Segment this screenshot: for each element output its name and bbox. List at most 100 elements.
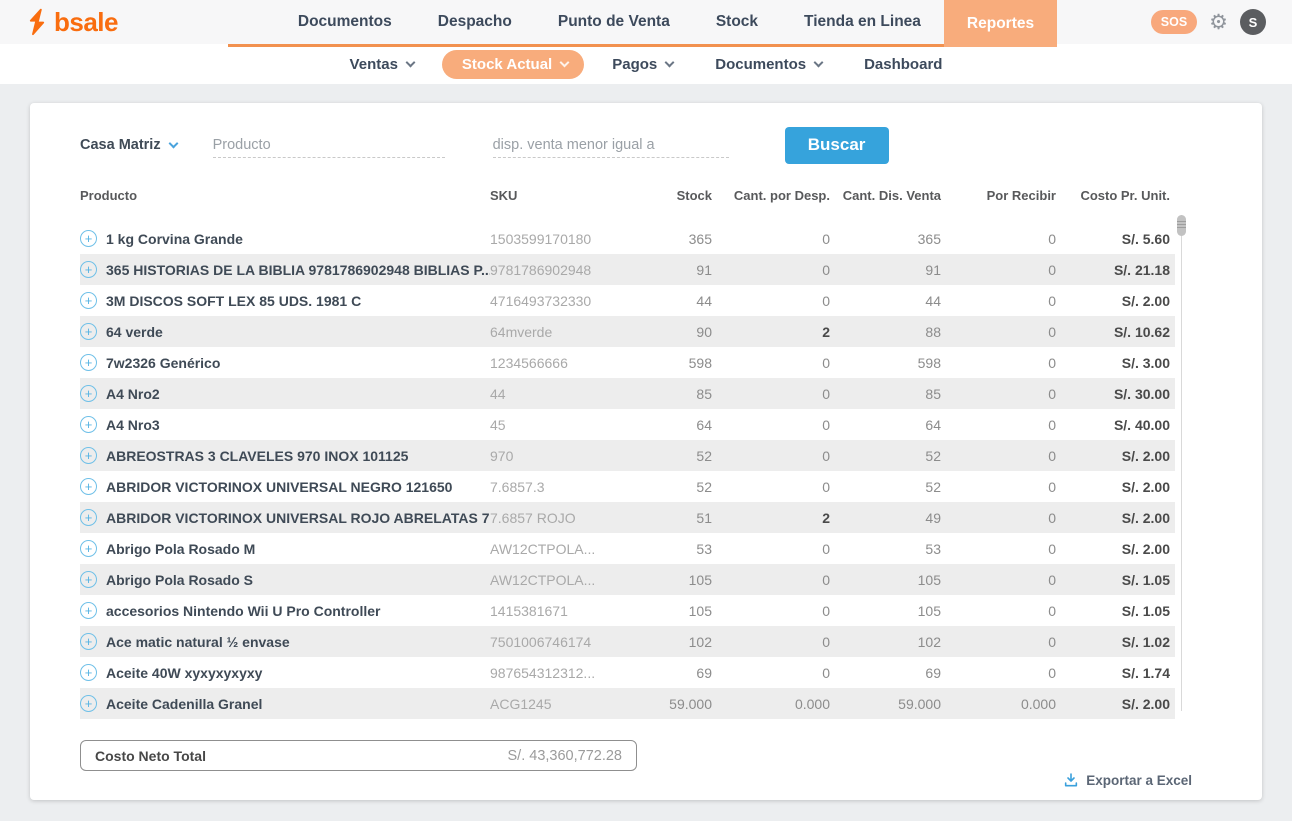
nav-item-stock[interactable]: Stock xyxy=(693,0,781,44)
subnav-item-documentos[interactable]: Documentos xyxy=(701,50,836,79)
expand-plus-icon[interactable]: + xyxy=(80,571,97,588)
expand-plus-icon[interactable]: + xyxy=(80,385,97,402)
expand-plus-icon[interactable]: + xyxy=(80,540,97,557)
expand-plus-icon[interactable]: + xyxy=(80,261,97,278)
subnav-item-ventas[interactable]: Ventas xyxy=(336,50,428,79)
table-row[interactable]: + Abrigo Pola Rosado M AW12CTPOLA... 53 … xyxy=(80,533,1175,564)
costo-cell: S/. 21.18 xyxy=(1056,262,1170,278)
por-recibir-cell: 0 xyxy=(941,510,1056,526)
product-name: A4 Nro3 xyxy=(105,417,490,433)
branch-selector[interactable]: Casa Matriz xyxy=(80,137,177,153)
subnav-item-stock-actual[interactable]: Stock Actual xyxy=(442,50,584,79)
table-row[interactable]: + A4 Nro3 45 64 0 64 0 S/. 40.00 xyxy=(80,409,1175,440)
expand-plus-icon[interactable]: + xyxy=(80,323,97,340)
nav-item-reportes[interactable]: Reportes xyxy=(944,0,1057,47)
stock-cell: 69 xyxy=(660,665,712,681)
search-button[interactable]: Buscar xyxy=(785,127,889,164)
brand-logo[interactable]: bsale xyxy=(26,8,196,36)
table-row[interactable]: + 64 verde 64mverde 90 2 88 0 S/. 10.62 xyxy=(80,316,1175,347)
por-recibir-cell: 0 xyxy=(941,603,1056,619)
nav-item-despacho[interactable]: Despacho xyxy=(415,0,535,44)
expand-plus-icon[interactable]: + xyxy=(80,478,97,495)
table-row[interactable]: + ABRIDOR VICTORINOX UNIVERSAL NEGRO 121… xyxy=(80,471,1175,502)
sku-cell: 987654312312... xyxy=(490,665,660,681)
table-row[interactable]: + 7w2326 Genérico 1234566666 598 0 598 0… xyxy=(80,347,1175,378)
cant-dis-venta-cell: 53 xyxy=(830,541,941,557)
cant-por-desp-cell: 2 xyxy=(712,324,830,340)
table-header-row: Producto SKU Stock Cant. por Desp. Cant.… xyxy=(80,181,1175,209)
table-row[interactable]: + Aceite 40W xyxyxyxyxy 987654312312... … xyxy=(80,657,1175,688)
scrollbar-track xyxy=(1181,215,1182,711)
costo-cell: S/. 1.05 xyxy=(1056,572,1170,588)
top-header: bsale Documentos Despacho Punto de Venta… xyxy=(0,0,1292,44)
expand-plus-icon[interactable]: + xyxy=(80,602,97,619)
total-cost-label: Costo Neto Total xyxy=(95,748,206,764)
product-filter-input[interactable] xyxy=(213,132,445,158)
table-row[interactable]: + ABRIDOR VICTORINOX UNIVERSAL ROJO ABRE… xyxy=(80,502,1175,533)
cant-dis-venta-cell: 102 xyxy=(830,634,941,650)
stock-cell: 102 xyxy=(660,634,712,650)
expand-plus-icon[interactable]: + xyxy=(80,447,97,464)
cant-por-desp-cell: 0 xyxy=(712,603,830,619)
costo-cell: S/. 2.00 xyxy=(1056,448,1170,464)
nav-item-tienda-en-linea[interactable]: Tienda en Linea xyxy=(781,0,944,44)
table-row[interactable]: + Ace matic natural ½ envase 75010067461… xyxy=(80,626,1175,657)
available-qty-filter-input[interactable] xyxy=(493,132,729,158)
cant-dis-venta-cell: 598 xyxy=(830,355,941,371)
product-name: 365 HISTORIAS DE LA BIBLIA 9781786902948… xyxy=(105,262,490,278)
por-recibir-cell: 0 xyxy=(941,572,1056,588)
expand-plus-icon[interactable]: + xyxy=(80,416,97,433)
costo-cell: S/. 1.02 xyxy=(1056,634,1170,650)
avatar[interactable]: S xyxy=(1240,9,1266,35)
stock-cell: 52 xyxy=(660,479,712,495)
nav-item-punto-de-venta[interactable]: Punto de Venta xyxy=(535,0,693,44)
por-recibir-cell: 0 xyxy=(941,293,1056,309)
table-row[interactable]: + 365 HISTORIAS DE LA BIBLIA 97817869029… xyxy=(80,254,1175,285)
product-name: Abrigo Pola Rosado M xyxy=(105,541,490,557)
table-row[interactable]: + 1 kg Corvina Grande 1503599170180 365 … xyxy=(80,223,1175,254)
sos-button[interactable]: SOS xyxy=(1151,10,1197,35)
cant-por-desp-cell: 0 xyxy=(712,572,830,588)
stock-table-body: + 1 kg Corvina Grande 1503599170180 365 … xyxy=(80,223,1175,719)
subnav-label: Pagos xyxy=(612,56,657,73)
export-to-excel-button[interactable]: Exportar a Excel xyxy=(1063,772,1192,788)
stock-cell: 365 xyxy=(660,231,712,247)
expand-plus-icon[interactable]: + xyxy=(80,509,97,526)
sku-cell: 44 xyxy=(490,386,660,402)
table-scrollbar[interactable] xyxy=(1177,215,1186,711)
cant-por-desp-cell: 2 xyxy=(712,510,830,526)
expand-plus-icon[interactable]: + xyxy=(80,664,97,681)
expand-plus-icon[interactable]: + xyxy=(80,230,97,247)
nav-item-documentos[interactable]: Documentos xyxy=(275,0,415,44)
gear-icon[interactable]: ⚙ xyxy=(1209,12,1228,33)
table-row[interactable]: + Abrigo Pola Rosado S AW12CTPOLA... 105… xyxy=(80,564,1175,595)
sku-cell: 45 xyxy=(490,417,660,433)
table-row[interactable]: + accesorios Nintendo Wii U Pro Controll… xyxy=(80,595,1175,626)
main-nav: Documentos Despacho Punto de Venta Stock… xyxy=(196,0,1136,44)
costo-cell: S/. 2.00 xyxy=(1056,479,1170,495)
product-name: Abrigo Pola Rosado S xyxy=(105,572,490,588)
scrollbar-thumb[interactable] xyxy=(1177,215,1186,236)
table-row[interactable]: + ABREOSTRAS 3 CLAVELES 970 INOX 101125 … xyxy=(80,440,1175,471)
por-recibir-cell: 0 xyxy=(941,324,1056,340)
sku-cell: 7501006746174 xyxy=(490,634,660,650)
subnav-item-dashboard[interactable]: Dashboard xyxy=(850,50,956,79)
table-row[interactable]: + 3M DISCOS SOFT LEX 85 UDS. 1981 C 4716… xyxy=(80,285,1175,316)
total-cost-value: S/. 43,360,772.28 xyxy=(508,748,623,764)
product-name: accesorios Nintendo Wii U Pro Controller xyxy=(105,603,490,619)
expand-plus-icon[interactable]: + xyxy=(80,695,97,712)
cant-dis-venta-cell: 59.000 xyxy=(830,696,941,712)
sku-cell: AW12CTPOLA... xyxy=(490,541,660,557)
table-row[interactable]: + Aceite Cadenilla Granel ACG1245 59.000… xyxy=(80,688,1175,719)
cant-por-desp-cell: 0 xyxy=(712,231,830,247)
stock-report-card: Casa Matriz Buscar Producto SKU Stock Ca… xyxy=(30,103,1262,800)
expand-plus-icon[interactable]: + xyxy=(80,292,97,309)
costo-cell: S/. 5.60 xyxy=(1056,231,1170,247)
table-row[interactable]: + A4 Nro2 44 85 0 85 0 S/. 30.00 xyxy=(80,378,1175,409)
stock-cell: 44 xyxy=(660,293,712,309)
expand-plus-icon[interactable]: + xyxy=(80,633,97,650)
stock-cell: 51 xyxy=(660,510,712,526)
por-recibir-cell: 0.000 xyxy=(941,696,1056,712)
expand-plus-icon[interactable]: + xyxy=(80,354,97,371)
subnav-item-pagos[interactable]: Pagos xyxy=(598,50,687,79)
